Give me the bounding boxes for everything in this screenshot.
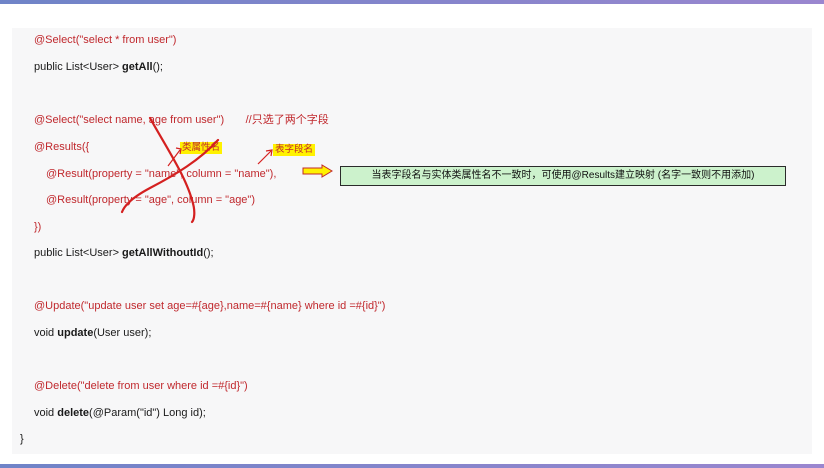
- delete-method-line: void delete(@Param("id") Long id);: [34, 406, 206, 420]
- results-close-line: }): [34, 221, 42, 233]
- select-fields-annotation: @Select("select name, age from user"): [34, 114, 225, 126]
- getall-method-name: getAll: [122, 61, 153, 73]
- table-field-name-tag: 表字段名: [273, 144, 316, 156]
- results-open-line: @Results({: [34, 141, 90, 153]
- getallwithoutid-params: ();: [203, 247, 214, 259]
- getallwithoutid-return-type: public List<User>: [34, 247, 123, 259]
- delete-method-name: delete: [57, 407, 90, 419]
- update-method-line: void update(User user);: [34, 326, 151, 340]
- getall-params: ();: [152, 61, 163, 73]
- getall-return-type: public List<User>: [34, 61, 123, 73]
- document-page: @Select("select * from user") public Lis…: [0, 4, 824, 464]
- bottom-accent-bar: [0, 464, 824, 468]
- update-return-type: void: [34, 327, 58, 339]
- update-params: (User user);: [93, 327, 152, 339]
- select-fields-line: @Select("select name, age from user") //…: [34, 113, 329, 127]
- select-annotation-line: @Select("select * from user"): [34, 34, 177, 46]
- getallwithoutid-method-line: public List<User> getAllWithoutId();: [34, 246, 214, 260]
- getallwithoutid-method-name: getAllWithoutId: [122, 247, 204, 259]
- delete-annotation-line: @Delete("delete from user where id =#{id…: [34, 380, 248, 392]
- getall-method-line: public List<User> getAll();: [34, 60, 163, 74]
- mapping-note-box: 当表字段名与实体类属性名不一致时，可使用@Results建立映射 (名字一致则不…: [340, 166, 786, 186]
- update-annotation-line: @Update("update user set age=#{age},name…: [34, 300, 386, 312]
- result-age-line: @Result(property = "age", column = "age"…: [46, 194, 255, 206]
- result-name-line: @Result(property = "name", column = "nam…: [46, 168, 277, 180]
- update-method-name: update: [57, 327, 94, 339]
- closing-brace-line: }: [20, 433, 24, 445]
- delete-return-type: void: [34, 407, 58, 419]
- select-fields-comment: //只选了两个字段: [245, 114, 329, 126]
- delete-params: (@Param("id") Long id);: [89, 407, 206, 419]
- class-property-name-tag: 类属性名: [180, 142, 223, 154]
